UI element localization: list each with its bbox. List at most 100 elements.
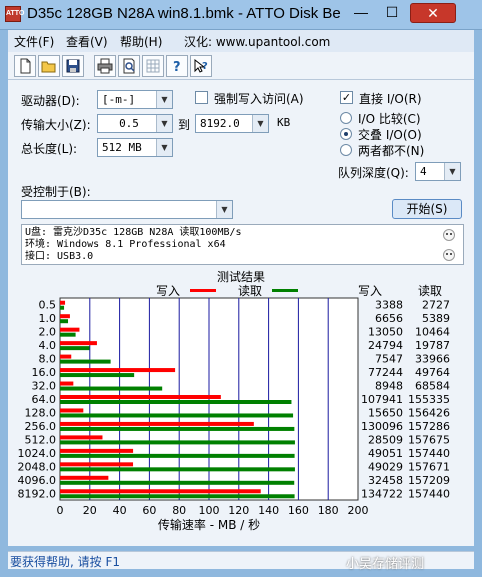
- close-button[interactable]: ✕: [410, 3, 456, 23]
- write-bar: [60, 300, 66, 305]
- write-value-label: 7547: [375, 353, 403, 366]
- read-value-label: 155335: [408, 393, 450, 406]
- y-tick-label: 2.0: [39, 326, 57, 339]
- menu-bar: 文件(F) 查看(V) 帮助(H) 汉化: www.upantool.com: [8, 30, 474, 52]
- minimize-button[interactable]: —: [347, 3, 375, 23]
- read-bar: [60, 346, 90, 351]
- y-tick-label: 8.0: [39, 353, 57, 366]
- write-value-label: 49051: [368, 447, 403, 460]
- transfer-rate-chart: 0 20 40 60 80 100 120 140 160 180 200 传输速率 - MB / 秒…: [18, 297, 450, 532]
- help-icon[interactable]: ?: [166, 55, 188, 77]
- print-icon[interactable]: [94, 55, 116, 77]
- x-tick-label: 100: [199, 504, 220, 517]
- read-value-label: 157440: [408, 447, 450, 460]
- toolbar: ? ?: [8, 52, 474, 80]
- read-value-label: 5389: [422, 312, 450, 325]
- y-tick-label: 32.0: [32, 380, 57, 393]
- x-tick-label: 0: [57, 504, 64, 517]
- read-value-label: 49764: [415, 366, 450, 379]
- write-value-label: 13050: [368, 326, 403, 339]
- read-value-label: 157209: [408, 474, 450, 487]
- read-bar: [60, 400, 292, 404]
- read-value-label: 2727: [422, 299, 450, 312]
- read-bar: [60, 332, 76, 337]
- menu-view[interactable]: 查看(V): [66, 33, 108, 50]
- menu-localize[interactable]: 汉化: www.upantool.com: [184, 33, 330, 50]
- context-help-icon[interactable]: ?: [190, 55, 212, 77]
- write-bar: [60, 354, 72, 359]
- read-bar: [60, 386, 163, 391]
- write-value-label: 130096: [361, 420, 403, 433]
- write-value-label: 24794: [368, 339, 403, 352]
- app-icon[interactable]: ATTO: [5, 6, 24, 22]
- write-bar: [60, 435, 103, 440]
- x-tick-label: 200: [348, 504, 369, 517]
- write-bar: [60, 462, 134, 467]
- print-preview-icon[interactable]: [118, 55, 140, 77]
- svg-text:?: ?: [202, 61, 208, 72]
- save-icon[interactable]: [62, 55, 84, 77]
- x-tick-label: 40: [113, 504, 127, 517]
- menu-file[interactable]: 文件(F): [14, 33, 54, 50]
- read-value-label: 156426: [408, 406, 450, 419]
- read-bar: [60, 494, 295, 499]
- read-bar: [60, 453, 295, 458]
- read-value-label: 10464: [415, 326, 450, 339]
- y-tick-label: 1.0: [39, 312, 57, 325]
- read-value-label: 19787: [415, 339, 450, 352]
- write-value-label: 49029: [368, 460, 403, 473]
- y-tick-label: 256.0: [25, 420, 57, 433]
- y-tick-label: 4096.0: [18, 474, 57, 487]
- write-value-label: 6656: [375, 312, 403, 325]
- write-bar: [60, 475, 109, 480]
- svg-text:?: ?: [173, 60, 181, 74]
- read-bar: [60, 467, 295, 472]
- read-value-label: 157440: [408, 487, 450, 500]
- read-bar: [60, 413, 294, 418]
- x-tick-label: 20: [83, 504, 97, 517]
- write-value-label: 3388: [375, 299, 403, 312]
- new-document-icon[interactable]: [14, 55, 36, 77]
- write-value-label: 32458: [368, 474, 403, 487]
- read-bar: [60, 440, 295, 445]
- read-bar: [60, 480, 295, 485]
- read-bar: [60, 359, 111, 364]
- y-tick-label: 4.0: [39, 339, 57, 352]
- read-value-label: 157286: [408, 420, 450, 433]
- grid-icon[interactable]: [142, 55, 164, 77]
- read-value-label: 157675: [408, 433, 450, 446]
- write-value-label: 8948: [375, 380, 403, 393]
- y-tick-label: 128.0: [25, 406, 57, 419]
- menu-help[interactable]: 帮助(H): [120, 33, 162, 50]
- y-tick-label: 64.0: [32, 393, 57, 406]
- open-folder-icon[interactable]: [38, 55, 60, 77]
- maximize-button[interactable]: ☐: [378, 3, 406, 23]
- read-bar: [60, 319, 69, 324]
- y-tick-label: 2048.0: [18, 460, 57, 473]
- write-value-label: 28509: [368, 433, 403, 446]
- read-bar: [60, 373, 135, 378]
- x-tick-label: 180: [318, 504, 339, 517]
- write-bar: [60, 368, 176, 373]
- read-bar: [60, 305, 65, 310]
- write-bar: [60, 408, 84, 413]
- write-bar: [60, 327, 80, 332]
- read-value-label: 68584: [415, 380, 450, 393]
- write-bar: [60, 341, 97, 346]
- write-value-label: 107941: [361, 393, 403, 406]
- y-tick-label: 0.5: [39, 299, 57, 312]
- x-tick-label: 120: [228, 504, 249, 517]
- title-bar: ATTO D35c 128GB N28A win8.1.bmk - ATTO D…: [0, 0, 482, 30]
- y-tick-label: 8192.0: [18, 487, 57, 500]
- status-bar: 要获得帮助, 请按 F1 小吴存储评测: [8, 551, 474, 572]
- write-bar: [60, 421, 254, 426]
- main-panel: 驱动器(D): [-m-] ▼ 传输大小(Z): 0.5 ▼ 到 8192.0 …: [8, 80, 474, 546]
- write-bar: [60, 381, 74, 386]
- watermark-text: 小吴存储评测: [346, 557, 425, 572]
- status-help-text: 要获得帮助, 请按 F1: [10, 555, 120, 569]
- read-value-label: 157671: [408, 460, 450, 473]
- y-tick-label: 16.0: [32, 366, 57, 379]
- write-bar: [60, 448, 134, 453]
- x-tick-label: 140: [258, 504, 279, 517]
- x-tick-label: 80: [172, 504, 186, 517]
